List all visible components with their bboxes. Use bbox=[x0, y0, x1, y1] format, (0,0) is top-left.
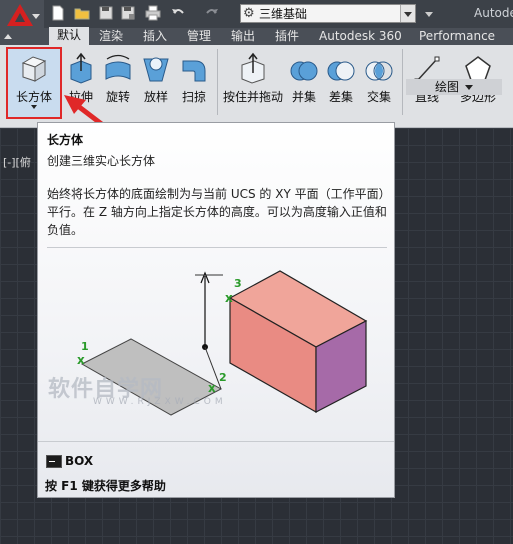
chevron-down-icon bbox=[32, 14, 40, 19]
intersect-icon bbox=[365, 61, 393, 81]
union-button-label: 并集 bbox=[291, 90, 316, 104]
chevron-down-icon bbox=[31, 105, 37, 109]
box-icon bbox=[21, 56, 47, 82]
chevron-down-icon bbox=[400, 5, 415, 22]
draw-panel-label[interactable]: 绘图 bbox=[406, 79, 502, 95]
tooltip-subtitle: 创建三维实心长方体 bbox=[47, 154, 156, 168]
window-title: Autodesk bbox=[474, 6, 513, 20]
sweep-icon bbox=[182, 60, 206, 82]
tab-insert[interactable]: 插入 bbox=[143, 28, 167, 45]
customize-toolbar-icon[interactable] bbox=[425, 12, 433, 17]
point-label-3: 3 bbox=[234, 277, 242, 290]
save-as-icon[interactable] bbox=[120, 5, 136, 21]
subtract-icon bbox=[327, 61, 355, 81]
draw-panel-title: 绘图 bbox=[434, 80, 459, 94]
sweep-button[interactable]: 扫掠 bbox=[176, 45, 212, 115]
tab-addins[interactable]: 插件 bbox=[275, 28, 299, 45]
point-marker: x bbox=[77, 353, 85, 367]
subtract-button-label: 差集 bbox=[328, 90, 353, 104]
open-folder-icon[interactable] bbox=[74, 5, 90, 21]
tooltip-command: BOX bbox=[65, 454, 94, 468]
ribbon-separator bbox=[402, 49, 403, 115]
watermark-url: WWW.RJZXW.COM bbox=[93, 397, 227, 407]
print-icon[interactable] bbox=[145, 5, 161, 21]
tooltip-divider bbox=[47, 247, 387, 248]
intersect-button-label: 交集 bbox=[366, 90, 391, 104]
point-label-1: 1 bbox=[81, 340, 89, 353]
tab-render[interactable]: 渲染 bbox=[99, 28, 123, 45]
box-illustration: x x x 1 2 3 bbox=[77, 270, 368, 416]
workspace-select[interactable]: ⚙ 三维基础 bbox=[240, 4, 416, 23]
chevron-down-icon bbox=[465, 85, 473, 90]
point-label-2: 2 bbox=[219, 371, 227, 384]
union-icon bbox=[290, 61, 318, 81]
point-marker: x bbox=[208, 381, 216, 395]
tab-manage[interactable]: 管理 bbox=[187, 28, 211, 45]
undo-icon[interactable] bbox=[170, 5, 186, 21]
tooltip-divider bbox=[38, 441, 394, 442]
ribbon-tab-bar: 默认 渲染 插入 管理 输出 插件 Autodesk 360 Performan… bbox=[0, 27, 513, 45]
loft-button-label: 放样 bbox=[143, 90, 168, 104]
tab-home[interactable]: 默认 bbox=[49, 27, 90, 45]
redo-icon[interactable] bbox=[204, 5, 220, 21]
presspull-button-label: 按住并拖动 bbox=[222, 90, 283, 104]
gear-icon: ⚙ bbox=[243, 6, 255, 21]
command-line-icon bbox=[46, 455, 62, 468]
revolve-icon bbox=[105, 54, 131, 80]
new-file-icon[interactable] bbox=[50, 5, 66, 21]
save-icon[interactable] bbox=[98, 5, 114, 21]
viewport-controls-label[interactable]: [-][俯 bbox=[3, 154, 31, 170]
sweep-button-label: 扫掠 bbox=[181, 90, 206, 104]
ribbon-separator bbox=[217, 49, 218, 115]
tooltip-title: 长方体 bbox=[47, 133, 84, 147]
loft-icon bbox=[143, 57, 169, 82]
tab-output[interactable]: 输出 bbox=[231, 28, 255, 45]
point-marker: x bbox=[225, 291, 233, 305]
extrude-icon bbox=[70, 52, 92, 84]
presspull-icon bbox=[241, 52, 265, 84]
workspace-value: 三维基础 bbox=[259, 7, 308, 21]
union-button[interactable]: 并集 bbox=[287, 45, 321, 115]
ribbon-toggle-icon[interactable] bbox=[4, 34, 12, 39]
title-bar: ⚙ 三维基础 Autodesk bbox=[0, 0, 513, 28]
tooltip-help-hint: 按 F1 键获得更多帮助 bbox=[45, 479, 166, 493]
tooltip-description: 始终将长方体的底面绘制为与当前 UCS 的 XY 平面（工作平面）平行。在 Z … bbox=[47, 187, 391, 237]
presspull-button[interactable]: 按住并拖动 bbox=[221, 45, 285, 115]
application-menu-button[interactable] bbox=[0, 0, 44, 28]
subtract-button[interactable]: 差集 bbox=[323, 45, 359, 115]
tab-performance[interactable]: Performance bbox=[419, 28, 495, 45]
loft-button[interactable]: 放样 bbox=[138, 45, 174, 115]
tab-autodesk-360[interactable]: Autodesk 360 bbox=[319, 28, 402, 45]
intersect-button[interactable]: 交集 bbox=[361, 45, 397, 115]
box-tooltip: 长方体 创建三维实心长方体 始终将长方体的底面绘制为与当前 UCS 的 XY 平… bbox=[37, 122, 395, 498]
